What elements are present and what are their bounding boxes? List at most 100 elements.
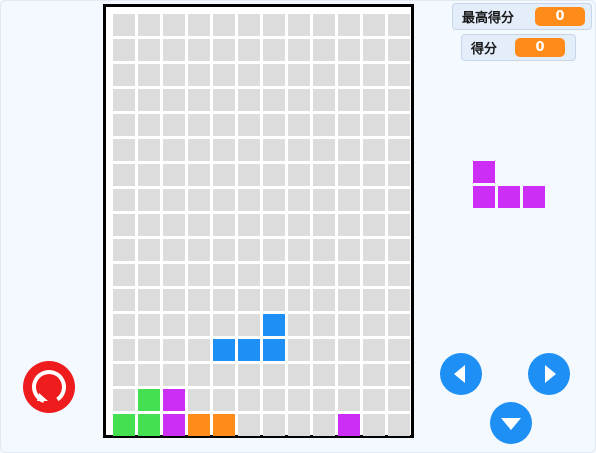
empty-cell — [338, 89, 360, 111]
best-score-label: 最高得分 — [462, 11, 515, 26]
empty-cell — [313, 114, 335, 136]
empty-cell — [113, 339, 135, 361]
empty-cell — [338, 314, 360, 336]
empty-cell — [188, 389, 210, 411]
empty-cell — [263, 39, 285, 61]
empty-cell — [213, 314, 235, 336]
empty-cell — [263, 164, 285, 186]
empty-cell — [338, 189, 360, 211]
empty-cell — [313, 339, 335, 361]
filled-cell — [238, 339, 260, 361]
empty-cell — [188, 239, 210, 261]
empty-cell — [388, 39, 410, 61]
empty-cell — [313, 64, 335, 86]
arrow-down-icon — [501, 418, 521, 430]
empty-cell — [313, 264, 335, 286]
score-panel: 得分 0 — [461, 34, 576, 61]
empty-cell — [213, 164, 235, 186]
empty-cell — [213, 364, 235, 386]
empty-cell — [188, 264, 210, 286]
empty-cell — [213, 214, 235, 236]
empty-cell — [213, 189, 235, 211]
empty-cell — [363, 414, 385, 436]
empty-cell — [363, 389, 385, 411]
empty-cell — [263, 114, 285, 136]
game-board[interactable] — [103, 4, 414, 438]
empty-cell — [188, 139, 210, 161]
filled-cell — [188, 414, 210, 436]
move-right-button[interactable] — [528, 353, 570, 395]
empty-cell — [113, 189, 135, 211]
empty-cell — [338, 339, 360, 361]
empty-cell — [388, 289, 410, 311]
empty-cell — [238, 14, 260, 36]
empty-cell — [338, 39, 360, 61]
empty-cell — [313, 389, 335, 411]
empty-cell — [313, 314, 335, 336]
empty-cell — [238, 214, 260, 236]
empty-cell — [113, 389, 135, 411]
empty-cell — [138, 364, 160, 386]
filled-cell — [213, 339, 235, 361]
empty-cell — [113, 289, 135, 311]
empty-cell — [263, 414, 285, 436]
empty-cell — [363, 139, 385, 161]
restart-button[interactable] — [23, 361, 75, 413]
next-piece-cell — [473, 161, 495, 183]
empty-cell — [188, 339, 210, 361]
empty-cell — [388, 214, 410, 236]
empty-cell — [263, 389, 285, 411]
empty-cell — [388, 89, 410, 111]
empty-cell — [213, 289, 235, 311]
empty-cell — [138, 289, 160, 311]
empty-cell — [263, 189, 285, 211]
empty-cell — [163, 114, 185, 136]
empty-cell — [188, 164, 210, 186]
empty-cell — [238, 164, 260, 186]
filled-cell — [138, 389, 160, 411]
empty-cell — [313, 89, 335, 111]
empty-cell — [163, 264, 185, 286]
empty-cell — [338, 389, 360, 411]
empty-cell — [113, 114, 135, 136]
empty-cell — [363, 239, 385, 261]
empty-cell — [263, 139, 285, 161]
empty-cell — [138, 239, 160, 261]
empty-cell — [138, 314, 160, 336]
empty-cell — [388, 64, 410, 86]
empty-cell — [288, 239, 310, 261]
empty-cell — [313, 364, 335, 386]
empty-cell — [213, 64, 235, 86]
empty-cell — [363, 364, 385, 386]
empty-cell — [113, 214, 135, 236]
filled-cell — [213, 414, 235, 436]
move-left-button[interactable] — [440, 353, 482, 395]
empty-cell — [163, 214, 185, 236]
empty-cell — [238, 64, 260, 86]
empty-cell — [338, 139, 360, 161]
empty-cell — [288, 364, 310, 386]
empty-cell — [288, 164, 310, 186]
best-score-value: 0 — [535, 7, 585, 26]
empty-cell — [163, 339, 185, 361]
empty-cell — [388, 164, 410, 186]
score-value: 0 — [515, 38, 565, 57]
empty-cell — [263, 14, 285, 36]
empty-cell — [138, 114, 160, 136]
empty-cell — [288, 64, 310, 86]
empty-cell — [288, 414, 310, 436]
drop-down-button[interactable] — [490, 402, 532, 444]
empty-cell — [313, 414, 335, 436]
empty-cell — [388, 139, 410, 161]
empty-cell — [288, 189, 310, 211]
empty-cell — [288, 264, 310, 286]
empty-cell — [238, 39, 260, 61]
next-piece-cell — [473, 186, 495, 208]
empty-cell — [313, 139, 335, 161]
empty-cell — [363, 264, 385, 286]
empty-cell — [113, 139, 135, 161]
empty-cell — [338, 264, 360, 286]
empty-cell — [163, 364, 185, 386]
next-piece-preview — [473, 161, 551, 213]
empty-cell — [138, 14, 160, 36]
